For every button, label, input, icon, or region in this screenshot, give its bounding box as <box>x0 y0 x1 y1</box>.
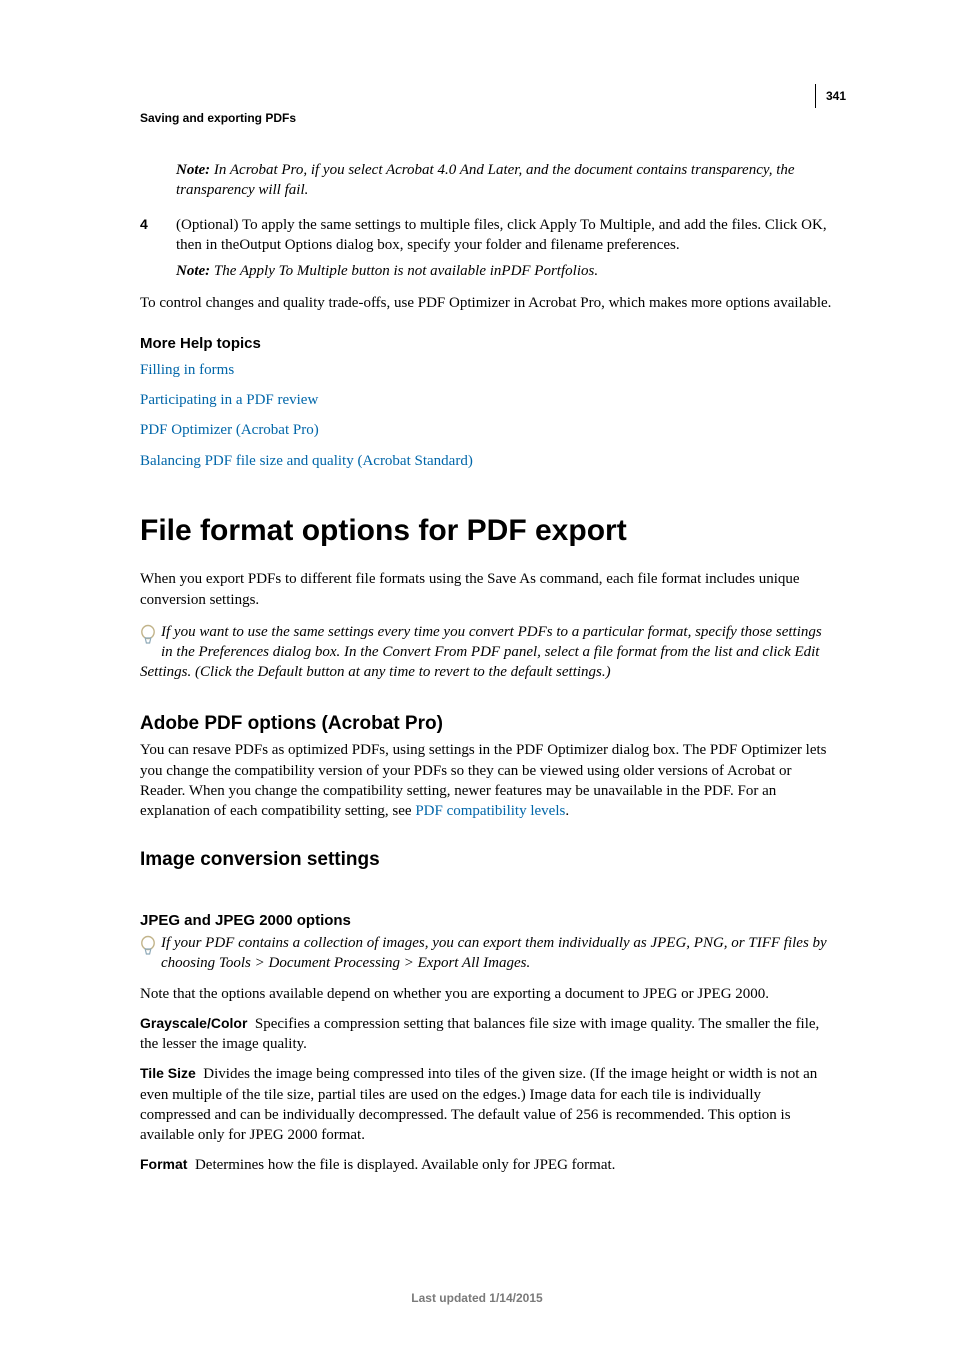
page-number-box: 341 <box>815 84 846 108</box>
step-4: 4 (Optional) To apply the same settings … <box>140 215 834 256</box>
option-term: Format <box>140 1156 187 1172</box>
tip-preferences: If you want to use the same settings eve… <box>140 622 834 683</box>
heading-jpeg-options: JPEG and JPEG 2000 options <box>140 911 834 931</box>
note-text: The Apply To Multiple button is not avai… <box>210 263 598 279</box>
option-def: Divides the image being compressed into … <box>140 1066 817 1143</box>
note-transparency: Note: In Acrobat Pro, if you select Acro… <box>176 160 834 201</box>
jpeg-availability-note: Note that the options available depend o… <box>140 984 834 1004</box>
option-tile-size: Tile Size Divides the image being compre… <box>140 1064 834 1145</box>
lightbulb-icon <box>140 935 156 957</box>
option-term: Grayscale/Color <box>140 1015 247 1031</box>
link-pdf-optimizer[interactable]: PDF Optimizer (Acrobat Pro) <box>140 420 834 440</box>
running-header: Saving and exporting PDFs <box>140 110 834 126</box>
heading-adobe-pdf-options: Adobe PDF options (Acrobat Pro) <box>140 711 834 737</box>
note-label: Note: <box>176 263 210 279</box>
step-number: 4 <box>140 215 176 256</box>
note-text: In Acrobat Pro, if you select Acrobat 4.… <box>176 162 795 198</box>
page-number: 341 <box>826 89 846 103</box>
link-filling-forms[interactable]: Filling in forms <box>140 360 834 380</box>
option-grayscale-color: Grayscale/Color Specifies a compression … <box>140 1014 834 1055</box>
link-pdf-review[interactable]: Participating in a PDF review <box>140 390 834 410</box>
tip-text: If your PDF contains a collection of ima… <box>161 935 827 971</box>
help-links: Filling in forms Participating in a PDF … <box>140 360 834 471</box>
link-pdf-compatibility[interactable]: PDF compatibility levels <box>415 803 565 819</box>
option-def: Determines how the file is displayed. Av… <box>195 1157 615 1173</box>
heading-image-conversion: Image conversion settings <box>140 847 834 873</box>
note-label: Note: <box>176 162 210 178</box>
adobe-body-b: . <box>565 803 569 819</box>
tip-export-images: If your PDF contains a collection of ima… <box>140 933 834 974</box>
note-apply-multiple: Note: The Apply To Multiple button is no… <box>176 261 834 281</box>
heading-file-format-options: File format options for PDF export <box>140 511 834 552</box>
para-optimizer: To control changes and quality trade-off… <box>140 293 834 313</box>
step-text: (Optional) To apply the same settings to… <box>176 215 834 256</box>
option-format: Format Determines how the file is displa… <box>140 1155 834 1175</box>
intro-paragraph: When you export PDFs to different file f… <box>140 569 834 610</box>
more-help-heading: More Help topics <box>140 334 834 354</box>
lightbulb-icon <box>140 624 156 646</box>
tip-text: If you want to use the same settings eve… <box>140 624 822 681</box>
link-balancing-size[interactable]: Balancing PDF file size and quality (Acr… <box>140 451 834 471</box>
footer-last-updated: Last updated 1/14/2015 <box>0 1290 954 1306</box>
adobe-pdf-body: You can resave PDFs as optimized PDFs, u… <box>140 740 834 821</box>
option-term: Tile Size <box>140 1065 196 1081</box>
